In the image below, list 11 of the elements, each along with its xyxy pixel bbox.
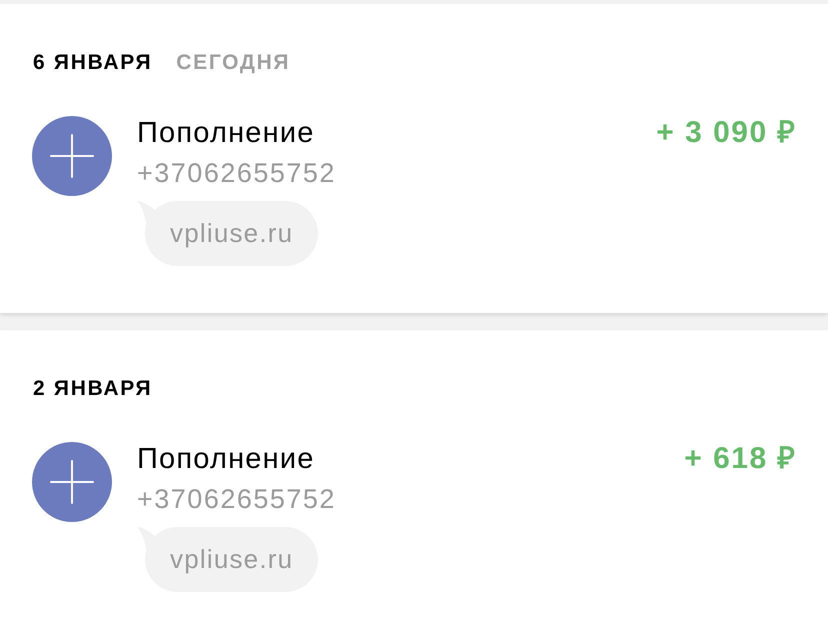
plus-circle-icon [32, 116, 112, 196]
amount: + 3 090 ₽ [656, 116, 796, 150]
plus-circle-icon [32, 442, 112, 522]
amount: + 618 ₽ [684, 442, 796, 476]
date-heading: 6 ЯНВАРЯ [33, 51, 152, 75]
relative-date-label: СЕГОДНЯ [176, 51, 290, 75]
account-number: +37062655752 [137, 483, 336, 516]
transaction-title: Пополнение [137, 442, 316, 476]
account-number: +37062655752 [137, 157, 336, 190]
date-heading: 2 ЯНВАРЯ [33, 377, 152, 401]
transaction-title: Пополнение [137, 116, 316, 150]
